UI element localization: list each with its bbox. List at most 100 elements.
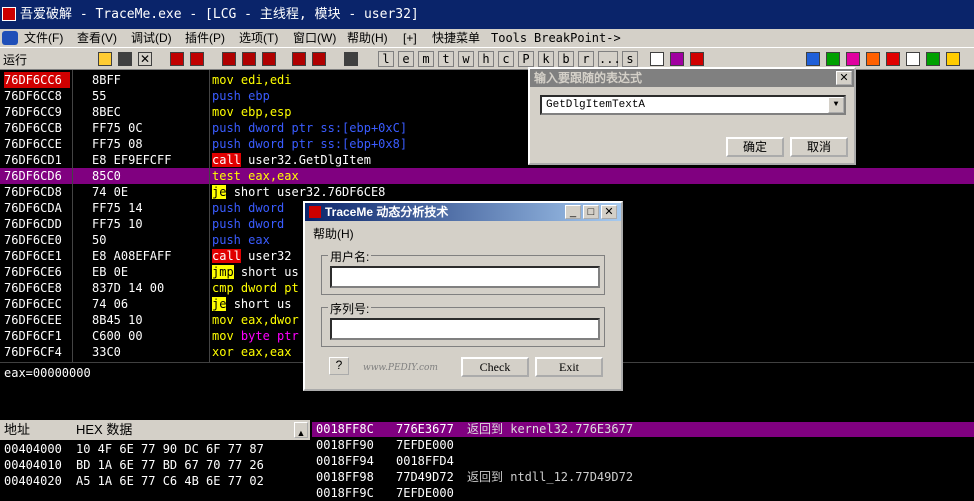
username-field[interactable]: [330, 266, 600, 288]
dump-address-header[interactable]: 地址: [4, 420, 30, 440]
disasm-row[interactable]: 76DF6CD6 85C0 test eax,eax: [0, 168, 974, 184]
serial-field[interactable]: [330, 318, 600, 340]
trace-over-icon[interactable]: [292, 52, 306, 66]
about-button[interactable]: ?: [329, 357, 349, 375]
disasm-opcode: je: [212, 297, 227, 311]
plugin-extra-icon[interactable]: [946, 52, 960, 66]
expression-combo[interactable]: GetDlgItemTextA ▼: [540, 95, 846, 115]
toolbar-p-button[interactable]: P: [518, 51, 534, 67]
disasm-opcode: mov: [212, 105, 234, 119]
close-icon[interactable]: ✕: [138, 52, 152, 66]
goto-icon[interactable]: [344, 52, 358, 66]
menu-view[interactable]: 查看(V): [77, 29, 117, 47]
menu-shortcut[interactable]: 快捷菜单: [432, 29, 480, 47]
expression-input[interactable]: GetDlgItemTextA: [546, 99, 645, 111]
maximize-button[interactable]: □: [583, 205, 599, 219]
disasm-opcode: push: [212, 201, 241, 215]
menu-debug[interactable]: 调试(D): [131, 29, 172, 47]
plugin-u-icon[interactable]: [826, 52, 840, 66]
disasm-opcode: call: [212, 249, 241, 263]
disasm-address: 76DF6CE8: [4, 281, 62, 295]
stack-row[interactable]: 0018FF90 7EFDE000: [312, 438, 974, 453]
disasm-hex: 837D 14 00: [92, 281, 165, 295]
app-logo-icon: [2, 7, 16, 21]
menu-plugins[interactable]: 插件(P): [185, 29, 225, 47]
divider: [72, 70, 73, 364]
toolbar-r-button[interactable]: r: [578, 51, 594, 67]
menu-file[interactable]: 文件(F): [24, 29, 63, 47]
stack-row[interactable]: 0018FF94 0018FFD4: [312, 454, 974, 469]
grid-icon[interactable]: [670, 52, 684, 66]
hex-dump-pane[interactable]: 地址 HEX 数据 ▲ 00404000 10 4F 6E 77 90 DC 6F…: [0, 420, 310, 496]
exit-button[interactable]: Exit: [535, 357, 603, 377]
toolbar-t-button[interactable]: t: [438, 51, 454, 67]
dump-row[interactable]: 00404000 10 4F 6E 77 90 DC 6F 77 87: [0, 442, 310, 456]
scroll-up-icon[interactable]: ▲: [294, 422, 308, 438]
toolbar-b-button[interactable]: b: [558, 51, 574, 67]
execute-till-return-icon[interactable]: [312, 52, 326, 66]
ok-button[interactable]: 确定: [726, 137, 784, 157]
stack-row[interactable]: 0018FF98 77D49D72 返回到 ntdll_12.77D49D72: [312, 470, 974, 485]
menu-options[interactable]: 选项(T): [239, 29, 278, 47]
open-icon[interactable]: [98, 52, 112, 66]
menu-plus[interactable]: [+]: [403, 29, 417, 47]
menu-tools[interactable]: Tools: [491, 29, 527, 47]
plugin-dot-icon[interactable]: [866, 52, 880, 66]
plugin-a-icon[interactable]: [846, 52, 860, 66]
disasm-opcode: call: [212, 153, 241, 167]
dump-row[interactable]: 00404020 A5 1A 6E 77 C6 4B 6E 77 02: [0, 474, 310, 488]
plugin-target-icon[interactable]: [886, 52, 900, 66]
stack-row[interactable]: 0018FF9C 7EFDE000: [312, 486, 974, 501]
close-button[interactable]: ✕: [601, 205, 617, 219]
run-status: 运行: [3, 53, 28, 67]
stack-row[interactable]: 0018FF8C 776E3677 返回到 kernel32.776E3677: [312, 422, 974, 437]
system-menu-icon[interactable]: [2, 31, 18, 45]
dump-row[interactable]: 00404010 BD 1A 6E 77 BD 67 70 77 26: [0, 458, 310, 472]
refresh-icon[interactable]: [806, 52, 820, 66]
disasm-opcode: mov: [212, 73, 234, 87]
toolbar-m-button[interactable]: m: [418, 51, 434, 67]
disasm-instruction: mov ebp,esp: [212, 104, 528, 120]
minimize-button[interactable]: _: [565, 205, 581, 219]
stack-pane[interactable]: 0018FF8C 776E3677 返回到 kernel32.776E3677 001…: [312, 420, 974, 500]
toolbar-s-button[interactable]: s: [622, 51, 638, 67]
menu-breakpoint[interactable]: BreakPoint->: [534, 29, 621, 47]
expression-dialog-close-button[interactable]: ✕: [836, 71, 852, 85]
check-button[interactable]: Check: [461, 357, 529, 377]
help-icon[interactable]: [690, 52, 704, 66]
watermark-text: www.PEDIY.com: [363, 363, 438, 373]
step-over-icon[interactable]: [242, 52, 256, 66]
disasm-address: 76DF6CC8: [4, 89, 62, 103]
toolbar-l-button[interactable]: l: [378, 51, 394, 67]
disasm-operands: dword pt: [240, 281, 299, 295]
disasm-operands: short us: [240, 265, 299, 279]
trace-into-icon[interactable]: [262, 52, 276, 66]
toolbar-w-button[interactable]: w: [458, 51, 474, 67]
username-group: 用户名:: [321, 248, 605, 295]
pause-icon[interactable]: [190, 52, 204, 66]
chevron-down-icon[interactable]: ▼: [828, 97, 844, 113]
menu-bar: 文件(F) 查看(V) 调试(D) 插件(P) 选项(T) 窗口(W) 帮助(H…: [0, 29, 974, 47]
stack-value: 0018FFD4: [396, 454, 454, 468]
disasm-opcode: cmp: [212, 281, 234, 295]
disasm-hex: 8BEC: [92, 105, 121, 119]
toolbar-c-button[interactable]: c: [498, 51, 514, 67]
disasm-address: 76DF6CF1: [4, 329, 62, 343]
step-into-icon[interactable]: [222, 52, 236, 66]
plugin-grid-icon[interactable]: [906, 52, 920, 66]
cancel-button[interactable]: 取消: [790, 137, 848, 157]
menu-help[interactable]: 帮助(H): [347, 29, 388, 47]
toolbar-k-button[interactable]: k: [538, 51, 554, 67]
list-icon[interactable]: [650, 52, 664, 66]
disasm-row[interactable]: 76DF6CD8 74 0E je short user32.76DF6CE8: [0, 184, 974, 200]
menu-window[interactable]: 窗口(W): [293, 29, 336, 47]
disasm-operands: eax,dwor: [240, 313, 299, 327]
toolbar-h-button[interactable]: h: [478, 51, 494, 67]
toolbar-e-button[interactable]: e: [398, 51, 414, 67]
run-icon[interactable]: [170, 52, 184, 66]
dump-hex-header[interactable]: HEX 数据: [76, 420, 132, 440]
restart-icon[interactable]: [118, 52, 132, 66]
plugin-table-icon[interactable]: [926, 52, 940, 66]
traceme-menu-help[interactable]: 帮助(H): [313, 225, 354, 242]
toolbar-more-button[interactable]: ...: [598, 51, 621, 67]
